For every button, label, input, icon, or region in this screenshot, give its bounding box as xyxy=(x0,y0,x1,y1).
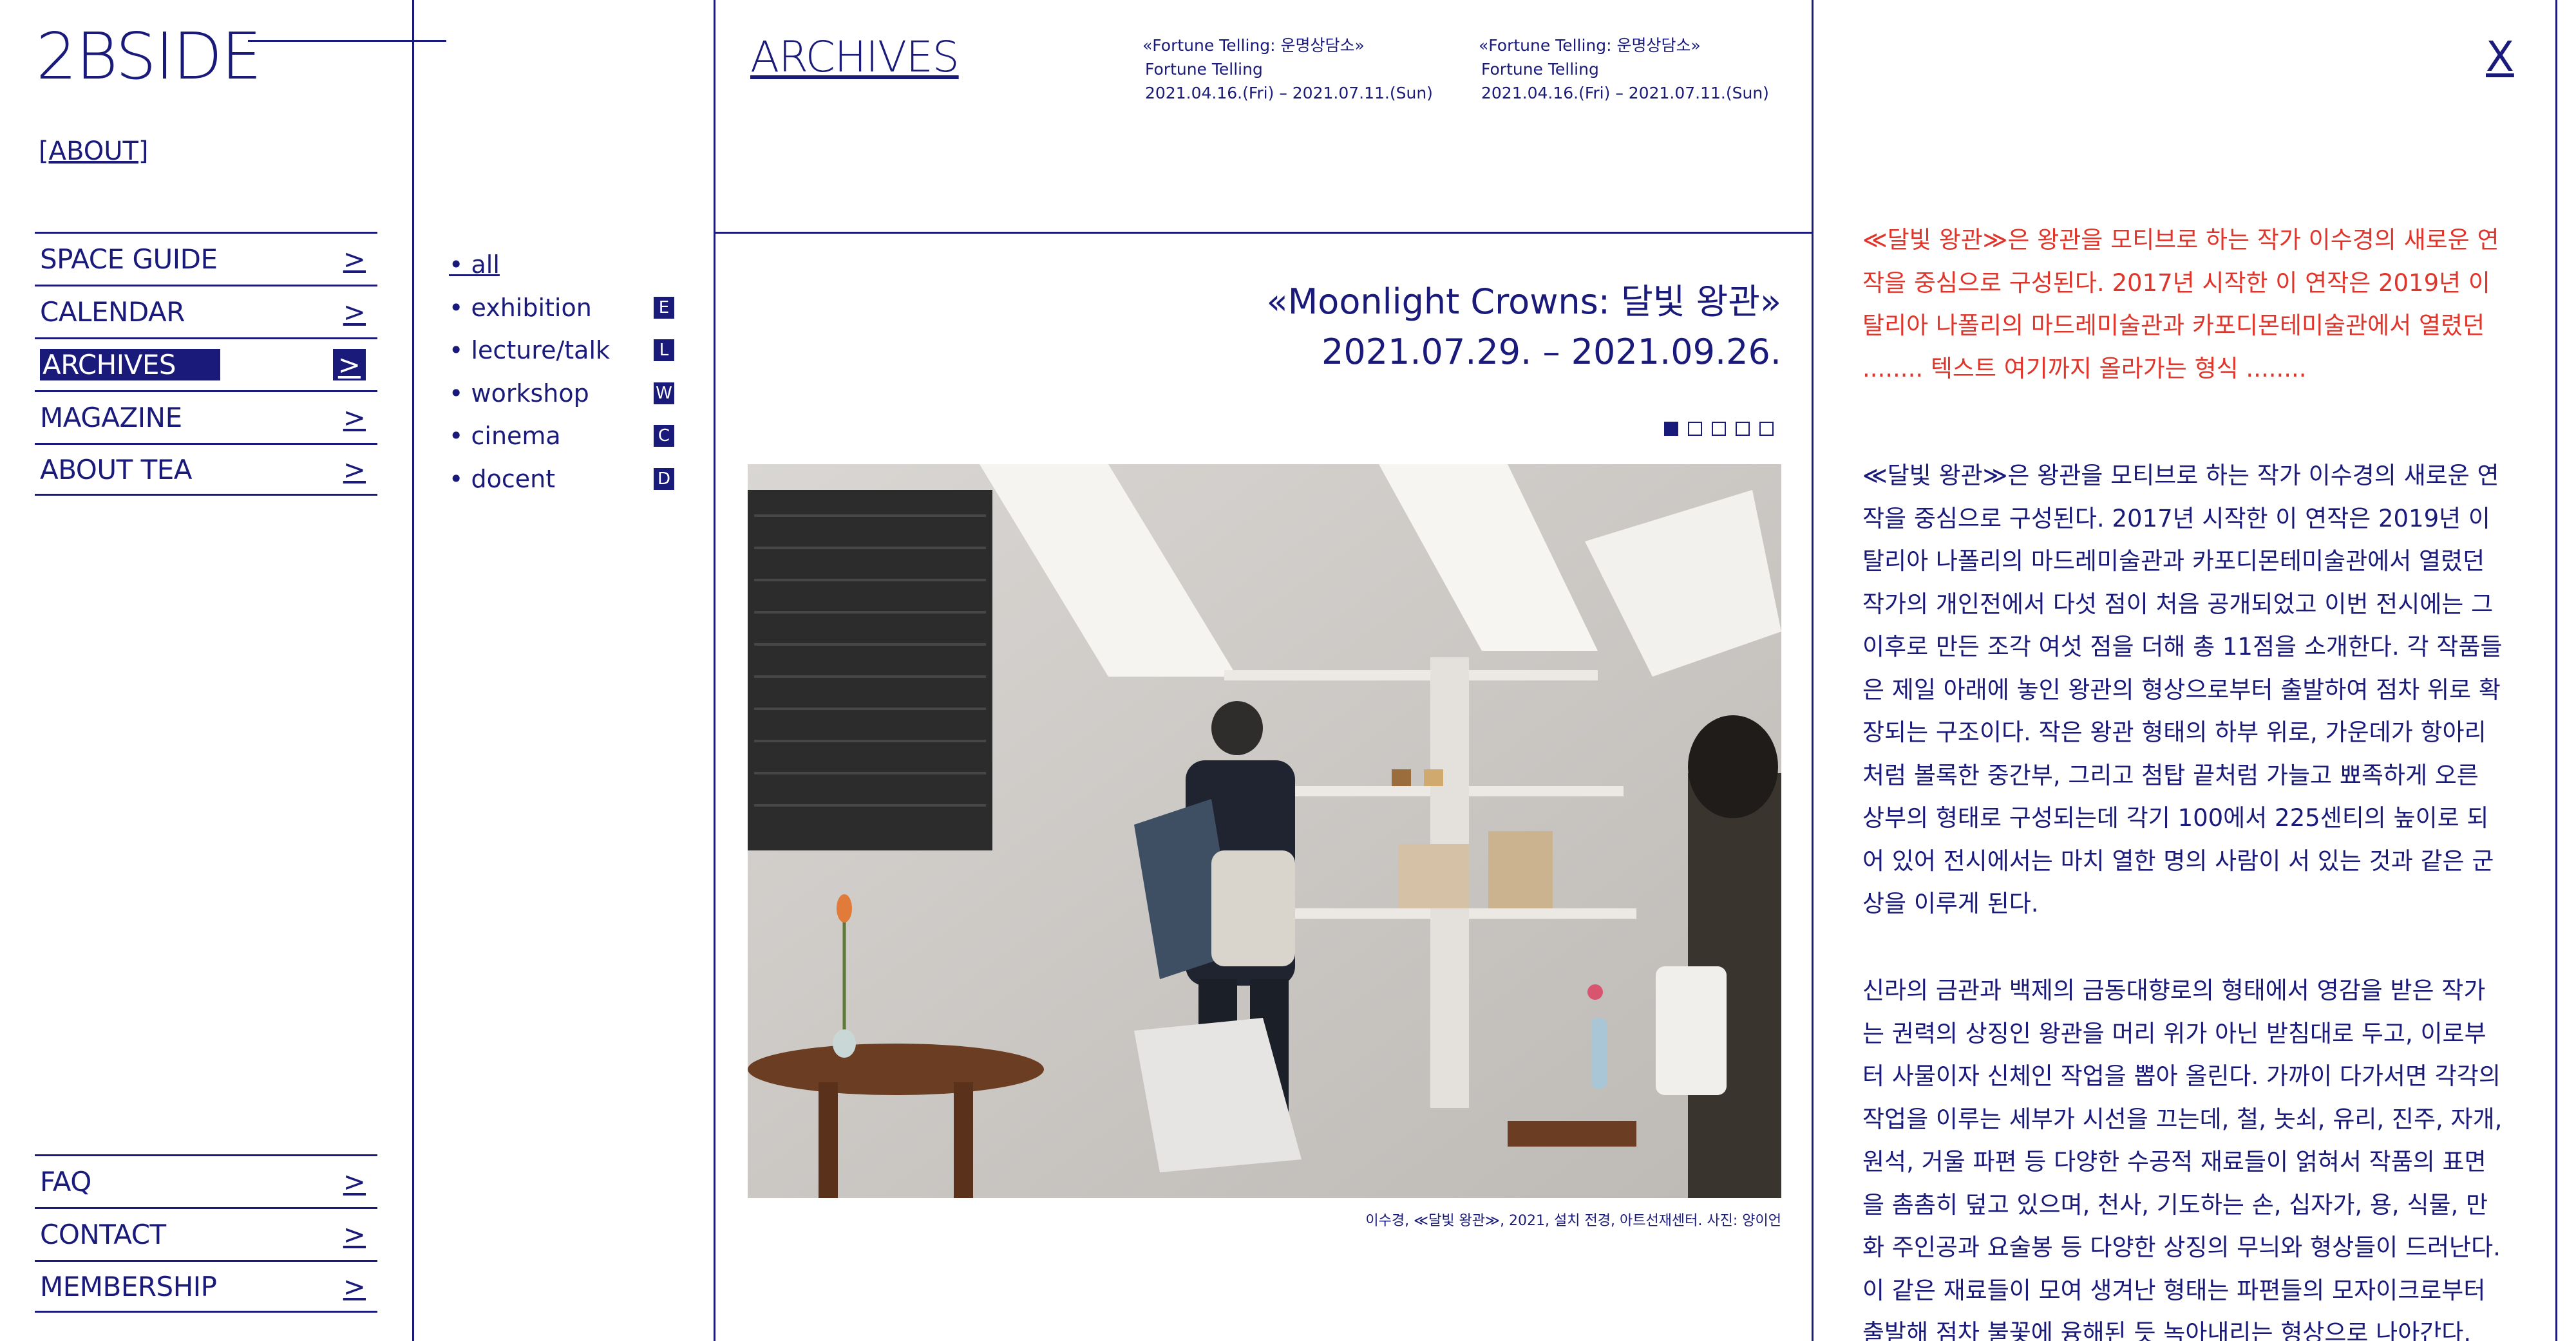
category-filters: • all • exhibition E • lecture/talk L • … xyxy=(449,243,674,500)
filter-label: • workshop xyxy=(449,379,589,408)
divider-content xyxy=(1812,0,1814,1341)
article-paragraph-1: ≪달빛 왕관≫은 왕관을 모티브로 하는 작가 이수경의 새로운 연작을 중심으… xyxy=(1862,462,2503,917)
chevron-right-icon: > xyxy=(343,1270,366,1302)
filter-label: • exhibition xyxy=(449,293,592,322)
filter-label: • docent xyxy=(449,464,556,493)
schedule-dates: 2021.04.16.(Fri) – 2021.07.11.(Sun) xyxy=(1481,84,1769,102)
logo-rule xyxy=(248,40,446,42)
schedule-dates: 2021.04.16.(Fri) – 2021.07.11.(Sun) xyxy=(1145,84,1433,102)
filter-badge: W xyxy=(654,382,674,404)
nav-item-faq[interactable]: FAQ > xyxy=(35,1154,377,1207)
filter-exhibition[interactable]: • exhibition E xyxy=(449,286,674,330)
filter-badge: E xyxy=(654,296,674,319)
nav-label: CALENDAR xyxy=(40,296,185,328)
filter-docent[interactable]: • docent D xyxy=(449,458,674,501)
schedule-title: «Fortune Telling: 운명상담소» xyxy=(1479,36,1701,55)
chevron-right-icon: > xyxy=(343,243,366,275)
chevron-right-icon: > xyxy=(343,1166,366,1197)
filter-label: • lecture/talk xyxy=(449,336,611,365)
divider-right xyxy=(2555,0,2557,1341)
header-rule xyxy=(714,232,1814,234)
filter-badge: D xyxy=(654,467,674,490)
gallery-photo-illustration xyxy=(748,464,1781,1198)
filter-label: • all xyxy=(449,250,500,279)
exhibition-heading: «Moonlight Crowns: 달빛 왕관» 2021.07.29. – … xyxy=(1267,277,1781,377)
filter-workshop[interactable]: • workshop W xyxy=(449,372,674,415)
slide-dot-5[interactable] xyxy=(1759,422,1774,436)
filter-cinema[interactable]: • cinema C xyxy=(449,415,674,458)
slide-pagination xyxy=(1664,422,1774,436)
exhibition-title: «Moonlight Crowns: 달빛 왕관» xyxy=(1266,281,1781,322)
nav-item-space-guide[interactable]: SPACE GUIDE > xyxy=(35,232,377,285)
schedule-item[interactable]: «Fortune Telling: 운명상담소» Fortune Telling… xyxy=(1142,33,1433,105)
about-link[interactable]: [ABOUT] xyxy=(39,136,149,166)
main-nav: SPACE GUIDE > CALENDAR > ARCHIVES > MAGA… xyxy=(35,232,377,496)
chevron-right-icon: > xyxy=(332,349,366,380)
photo-caption: 이수경, ≪달빛 왕관≫, 2021, 설치 전경, 아트선재센터. 사진: 양… xyxy=(1365,1213,1781,1229)
divider-sidebar xyxy=(412,0,414,1341)
slide-dot-1[interactable] xyxy=(1664,422,1678,436)
nav-label: SPACE GUIDE xyxy=(40,243,218,275)
nav-label: MEMBERSHIP xyxy=(40,1270,217,1302)
article-intro: ≪달빛 왕관≫은 왕관을 모티브로 하는 작가 이수경의 새로운 연작을 중심으… xyxy=(1862,226,2499,382)
nav-label: MAGAZINE xyxy=(40,402,182,433)
exhibition-dates: 2021.07.29. – 2021.09.26. xyxy=(1321,332,1781,372)
nav-label: ABOUT TEA xyxy=(40,453,193,485)
nav-label: FAQ xyxy=(40,1166,91,1197)
article-paragraph-2: 신라의 금관과 백제의 금동대향로의 형태에서 영감을 받은 작가는 권력의 상… xyxy=(1862,977,2503,1341)
filter-lecture-talk[interactable]: • lecture/talk L xyxy=(449,329,674,372)
schedule-subtitle: Fortune Telling xyxy=(1145,60,1263,79)
slide-dot-3[interactable] xyxy=(1712,422,1726,436)
schedule-title: «Fortune Telling: 운명상담소» xyxy=(1142,36,1365,55)
nav-item-about-tea[interactable]: ABOUT TEA > xyxy=(35,443,377,496)
chevron-right-icon: > xyxy=(343,453,366,485)
filter-badge: L xyxy=(654,339,674,362)
nav-item-magazine[interactable]: MAGAZINE > xyxy=(35,390,377,443)
nav-item-calendar[interactable]: CALENDAR > xyxy=(35,285,377,337)
chevron-right-icon: > xyxy=(343,402,366,433)
filter-badge: C xyxy=(654,425,674,447)
close-button[interactable]: X xyxy=(2486,33,2514,81)
filter-all[interactable]: • all xyxy=(449,243,674,286)
slide-dot-2[interactable] xyxy=(1688,422,1702,436)
footer-nav: FAQ > CONTACT > MEMBERSHIP > xyxy=(35,1154,377,1313)
section-title[interactable]: ARCHIVES xyxy=(750,32,960,82)
schedule-subtitle: Fortune Telling xyxy=(1481,60,1599,79)
filter-label: • cinema xyxy=(449,422,561,451)
nav-item-membership[interactable]: MEMBERSHIP > xyxy=(35,1260,377,1313)
schedule-item[interactable]: «Fortune Telling: 운명상담소» Fortune Telling… xyxy=(1479,33,1769,105)
site-logo[interactable]: 2BSIDE xyxy=(36,24,261,89)
slide-dot-4[interactable] xyxy=(1736,422,1750,436)
chevron-right-icon: > xyxy=(343,1219,366,1250)
nav-item-archives[interactable]: ARCHIVES > xyxy=(35,337,377,390)
nav-item-contact[interactable]: CONTACT > xyxy=(35,1207,377,1260)
nav-label: ARCHIVES xyxy=(40,349,220,380)
chevron-right-icon: > xyxy=(343,296,366,328)
exhibition-photo[interactable] xyxy=(748,464,1781,1198)
divider-filters xyxy=(714,0,715,1341)
nav-label: CONTACT xyxy=(40,1219,166,1250)
